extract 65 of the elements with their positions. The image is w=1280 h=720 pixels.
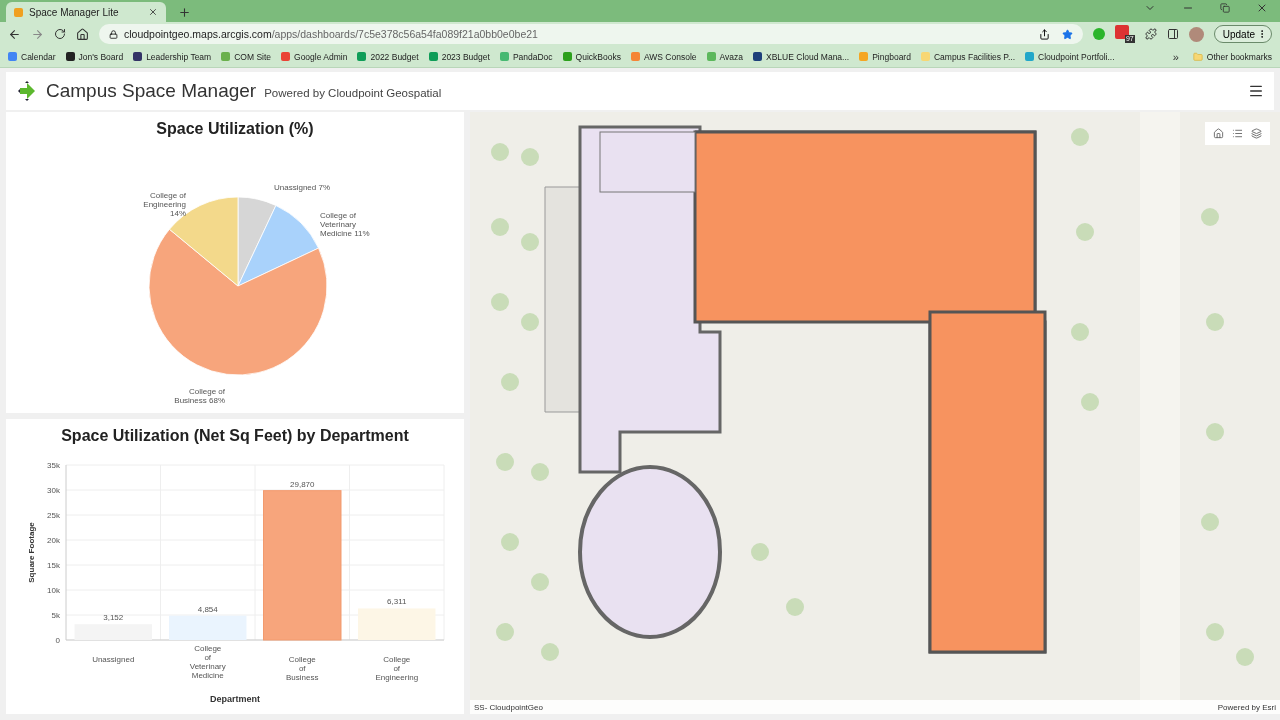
slice-label: Unassigned 7% <box>274 183 331 192</box>
tick-label: 30k <box>47 485 60 495</box>
app-title: Campus Space Manager <box>46 80 257 102</box>
value-label: 29,870 <box>290 479 315 489</box>
attribution: SS- CloudpointGeo <box>474 702 543 712</box>
tick-label: 35k <box>47 460 60 470</box>
bookmark[interactable]: Calendar <box>8 51 56 62</box>
bookmark[interactable]: Other bookmarks <box>1192 51 1272 62</box>
slice-label: College of Veterinary Medicine 11% <box>320 211 370 238</box>
update-button[interactable]: Update <box>1213 25 1272 43</box>
bookmark[interactable]: XBLUE Cloud Mana... <box>753 51 850 62</box>
panel-title: Space Utilization (Net Sq Feet) by Department <box>61 426 409 445</box>
bookmark[interactable]: AWS Console <box>630 51 697 62</box>
category-label: Unassigned <box>92 654 135 664</box>
axis-title: Department <box>210 693 260 704</box>
tick-label: 5k <box>51 610 60 620</box>
tick-label: 25k <box>47 510 60 520</box>
browser-tab[interactable]: Space Manager Lite <box>6 2 166 22</box>
slice-label: College of Business 68% <box>174 387 225 405</box>
axis-title: Square Footage <box>27 522 36 583</box>
logo-icon <box>16 80 38 102</box>
app-subtitle: Powered by Cloudpoint Geospatial <box>264 87 442 99</box>
bookmark[interactable]: PandaDoc <box>499 51 553 62</box>
tick-label: 0 <box>55 635 60 645</box>
puzzle-icon[interactable] <box>1144 28 1157 40</box>
close-icon[interactable] <box>1256 2 1268 14</box>
value-label: 3,152 <box>103 613 124 623</box>
value-label: 4,854 <box>197 604 218 614</box>
forward-icon[interactable] <box>31 27 44 41</box>
panel-title: Space Utilization (%) <box>156 120 314 138</box>
folder-icon <box>1192 51 1203 62</box>
site-icon <box>14 7 23 17</box>
new-tab-icon[interactable] <box>178 6 191 19</box>
tick-label: 15k <box>47 560 60 570</box>
bookmark[interactable]: Campus Facilities P... <box>920 51 1016 62</box>
side-panel-icon[interactable] <box>1166 28 1179 40</box>
home-icon[interactable] <box>76 27 89 41</box>
reload-icon[interactable] <box>54 28 66 40</box>
bookmark[interactable]: 2023 Budget <box>428 51 490 62</box>
category-label: College of Veterinary Medicine <box>189 643 226 680</box>
category-label: College of Engineering <box>375 654 419 682</box>
bookmark[interactable]: Avaza <box>706 51 743 62</box>
bookmark[interactable]: Leadership Team <box>133 51 212 62</box>
bookmark[interactable]: 2022 Budget <box>357 51 419 62</box>
bookmark[interactable]: Google Admin <box>281 51 348 62</box>
bookmark[interactable]: QuickBooks <box>562 51 621 62</box>
back-icon[interactable] <box>8 27 21 41</box>
value-label: 6,311 <box>387 597 407 607</box>
bookmark[interactable]: Pingboard <box>859 51 911 62</box>
home-icon[interactable] <box>1213 128 1224 139</box>
layers-icon[interactable] <box>1251 128 1262 139</box>
tick-label: 20k <box>47 535 60 545</box>
bookmark[interactable]: Jon's Board <box>65 51 124 62</box>
bookmark[interactable]: Cloudpoint Portfoli... <box>1025 51 1115 62</box>
restore-icon[interactable] <box>1220 2 1230 14</box>
list-icon[interactable] <box>1232 128 1243 139</box>
close-icon[interactable] <box>148 7 158 17</box>
category-label: College of Business <box>286 654 319 682</box>
overflow-icon[interactable]: » <box>1172 50 1179 63</box>
attribution: Powered by Esri <box>1217 702 1276 712</box>
menu-icon[interactable] <box>1248 83 1264 99</box>
slice-label: College of Engineering 14% <box>143 191 186 218</box>
tick-label: 10k <box>47 585 60 595</box>
address-bar[interactable]: cloudpointgeo.maps.arcgis.com/apps/dashboards/7c5e378c56a54fa089f21a0bb0e0be21 <box>99 24 1083 44</box>
bookmark[interactable]: COM Site <box>221 51 272 62</box>
